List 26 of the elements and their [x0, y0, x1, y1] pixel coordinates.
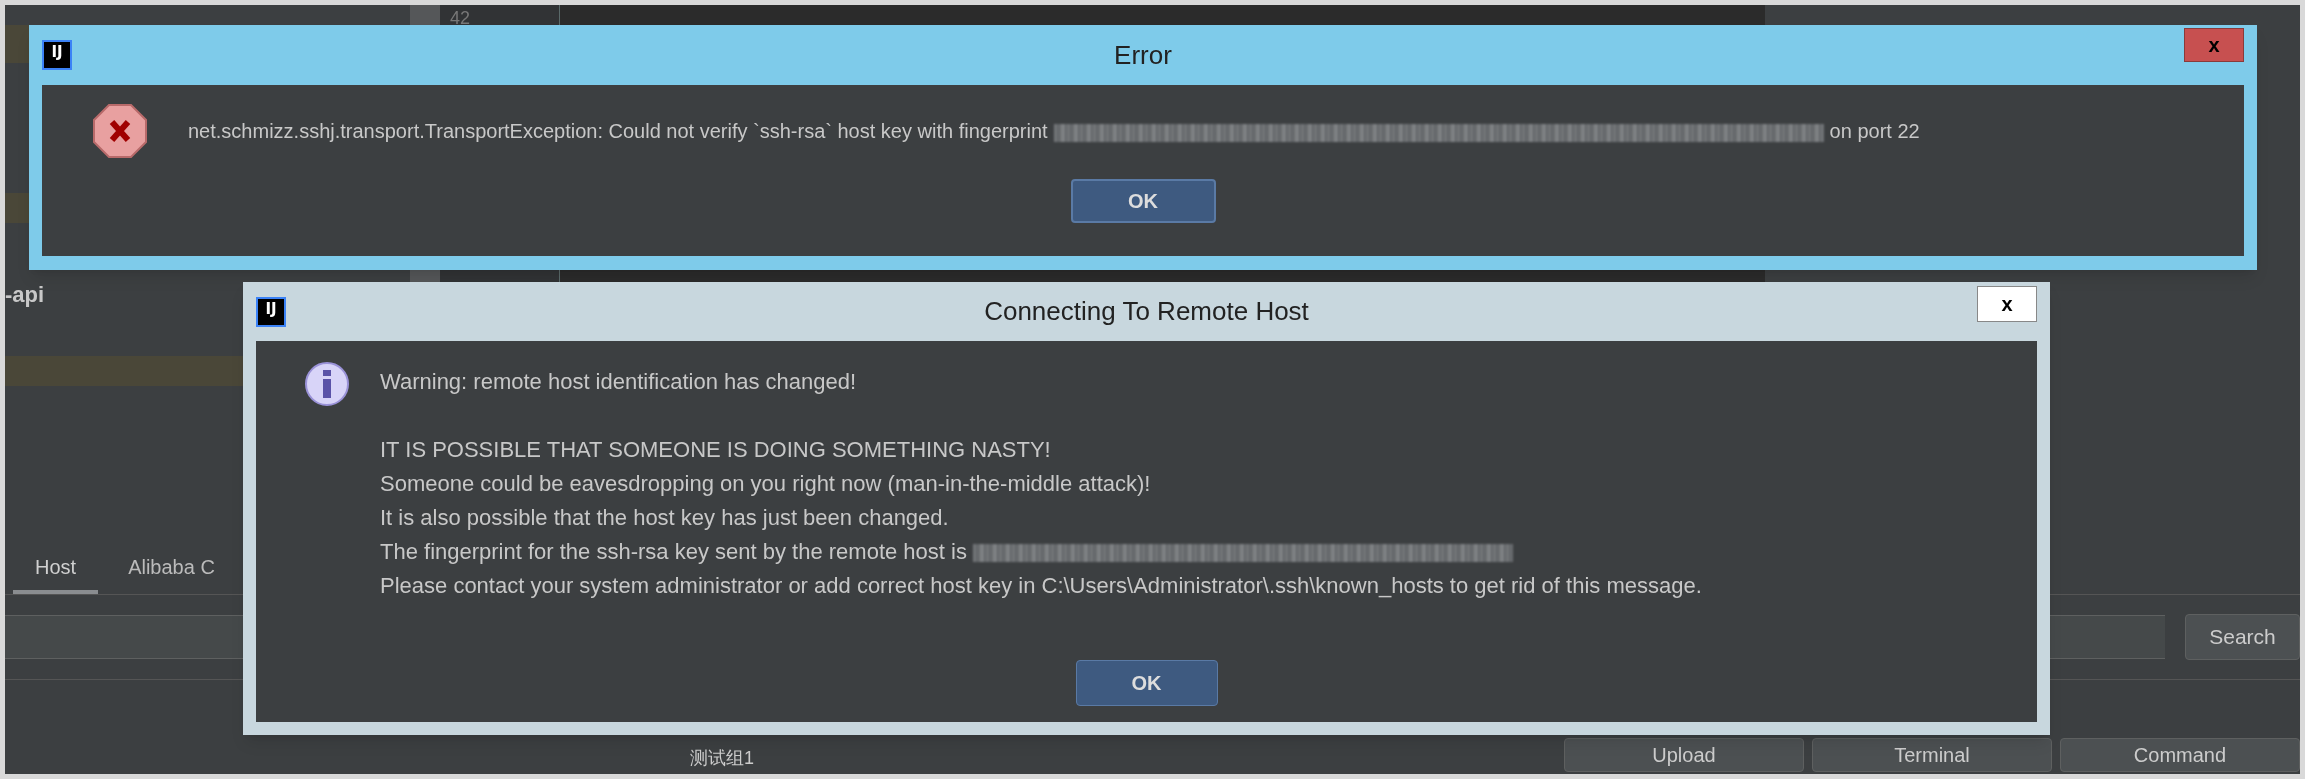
warning-text: Someone could be eavesdropping on you right now (man-in-the-middle attack)!: [380, 470, 1152, 498]
dialog-title: Error: [1114, 38, 1172, 72]
close-button[interactable]: x: [1977, 285, 2037, 322]
ok-button[interactable]: OK: [1070, 179, 1216, 223]
action-button[interactable]: Upload: [1564, 738, 1804, 772]
warning-text: Warning: remote host identification has changed!: [380, 368, 858, 396]
project-label: -api: [5, 281, 45, 309]
search-button[interactable]: Search: [2185, 614, 2300, 660]
error-icon: [92, 103, 148, 159]
info-icon: [304, 361, 350, 407]
line-number: 42: [450, 8, 471, 28]
tab[interactable]: Alibaba C: [106, 552, 237, 594]
warning-text: IT IS POSSIBLE THAT SOMEONE IS DOING SOMETHING NASTY!: [380, 436, 1052, 464]
tab[interactable]: Host: [13, 552, 99, 594]
app-logo: IJ: [256, 296, 286, 327]
fingerprint-text: The fingerprint for the ssh-rsa key sent by the remote host is: [380, 535, 1702, 569]
close-button[interactable]: x: [2184, 28, 2244, 62]
app-logo: IJ: [42, 40, 72, 70]
dialog-title: Connecting To Remote Host: [984, 295, 1309, 328]
error-message: net.schmizz.sshj.transport.TransportException: Could not verify `ssh-rsa` host key with fingerprint on port 22: [188, 119, 1920, 144]
group-label: 测试组1: [690, 747, 754, 770]
instruction-text: Please contact your system administrator or add correct host key in C:\Users\Administrator\.ssh\known_hosts to get rid of this message.: [380, 572, 1702, 600]
action-button[interactable]: Terminal: [1812, 738, 2052, 772]
warning-text: It is also possible that the host key has just been changed.: [380, 504, 950, 532]
action-button[interactable]: Command: [2060, 738, 2300, 772]
ok-button[interactable]: OK: [1075, 660, 1218, 706]
